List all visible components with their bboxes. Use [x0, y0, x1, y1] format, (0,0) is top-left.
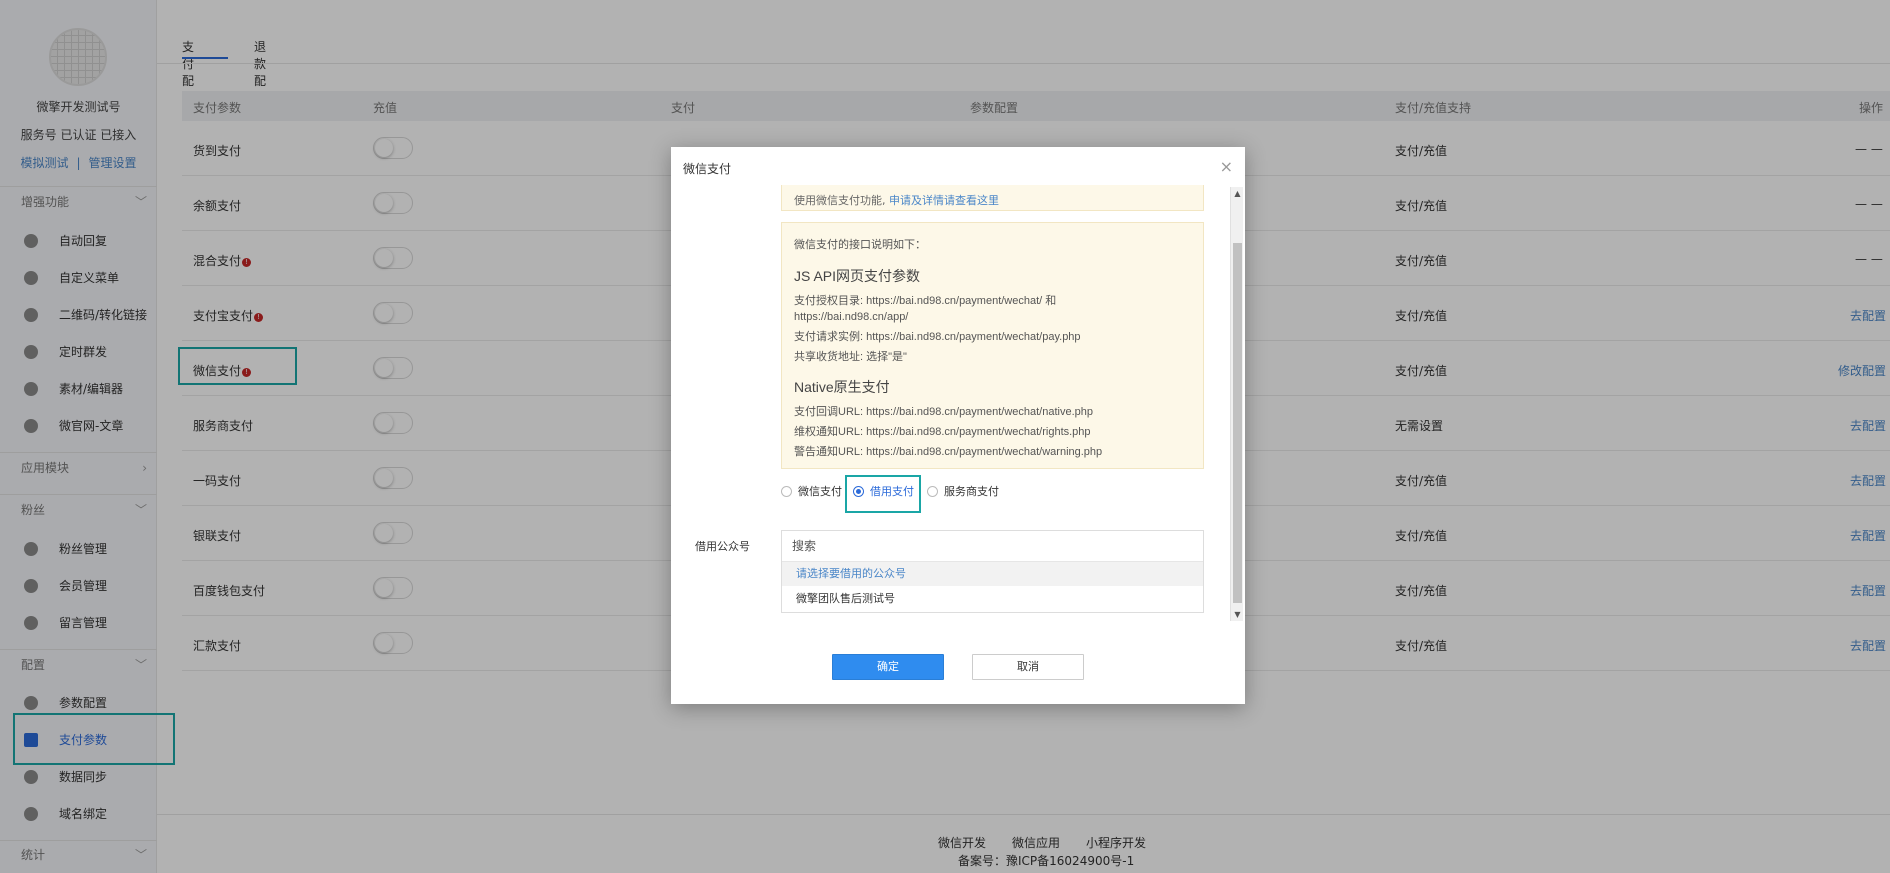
scroll-down-icon[interactable]: ▼ [1231, 610, 1244, 619]
jsapi-line: 支付授权目录: https://bai.nd98.cn/payment/wech… [794, 295, 1057, 307]
search-input[interactable]: 搜索 [782, 531, 1203, 562]
native-line: 警告通知URL: https://bai.nd98.cn/payment/wec… [794, 446, 1103, 458]
radio-circle [927, 486, 938, 497]
select-option[interactable]: 微擎团队售后测试号 [782, 587, 1203, 611]
radio-wechat-pay[interactable]: 微信支付 [781, 483, 842, 499]
native-heading: Native原生支付 [794, 379, 890, 395]
notice-top-text: 使用微信支付功能, 申请及详情请查看这里 [794, 192, 999, 208]
wechat-pay-modal: 微信支付 × 使用微信支付功能, 申请及详情请查看这里 微信支付的接口说明如下：… [671, 147, 1245, 704]
close-icon[interactable]: × [1220, 157, 1233, 176]
modal-body: 使用微信支付功能, 申请及详情请查看这里 微信支付的接口说明如下： JS API… [671, 185, 1245, 621]
borrow-account-select[interactable]: 搜索 请选择要借用的公众号 微擎团队售后测试号 [781, 530, 1204, 613]
scroll-thumb[interactable] [1233, 243, 1242, 603]
notice-top: 使用微信支付功能, 申请及详情请查看这里 [781, 185, 1204, 211]
borrow-account-label: 借用公众号 [695, 540, 750, 553]
notice-intro: 微信支付的接口说明如下： [794, 238, 926, 251]
radio-service-pay[interactable]: 服务商支付 [927, 483, 999, 499]
jsapi-heading: JS API网页支付参数 [794, 268, 921, 284]
apply-details-link[interactable]: 申请及详情请查看这里 [889, 194, 999, 207]
highlight-box-borrow-radio [845, 475, 921, 513]
notice-top-label: 使用微信支付功能, [794, 194, 886, 207]
radio-label: 服务商支付 [944, 485, 999, 498]
jsapi-line: 共享收货地址: 选择"是" [794, 351, 907, 363]
select-placeholder-option[interactable]: 请选择要借用的公众号 [782, 562, 1203, 586]
cancel-button[interactable]: 取消 [972, 654, 1084, 680]
interface-notice: 微信支付的接口说明如下： JS API网页支付参数 支付授权目录: https:… [781, 222, 1204, 469]
modal-title: 微信支付 [683, 162, 732, 176]
radio-circle [781, 486, 792, 497]
scroll-up-icon[interactable]: ▲ [1231, 189, 1244, 198]
confirm-button[interactable]: 确定 [832, 654, 944, 680]
radio-label: 微信支付 [798, 485, 842, 498]
native-line: 维权通知URL: https://bai.nd98.cn/payment/wec… [794, 426, 1091, 438]
jsapi-line: 支付请求实例: https://bai.nd98.cn/payment/wech… [794, 331, 1081, 343]
native-line: 支付回调URL: https://bai.nd98.cn/payment/wec… [794, 406, 1093, 418]
modal-scrollbar[interactable]: ▲ ▼ [1230, 187, 1243, 621]
jsapi-line: https://bai.nd98.cn/app/ [794, 311, 909, 323]
